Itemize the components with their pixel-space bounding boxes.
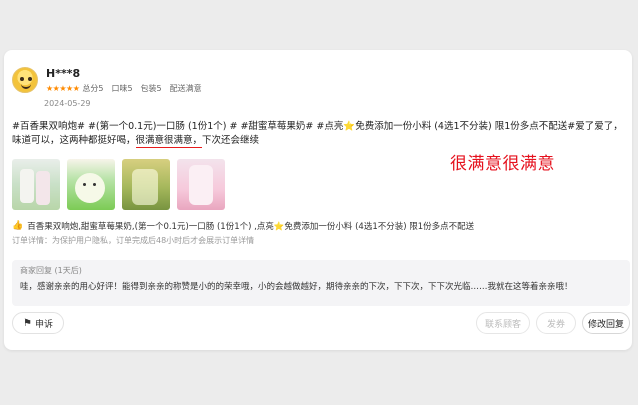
review-text-part1: #百香果双响炮# #(第一个0.1元)一口肠 (1份1个) # #甜蜜草莓果奶#… xyxy=(12,121,344,132)
send-coupon-button[interactable]: 发券 xyxy=(536,312,576,334)
score-total: 总分5 xyxy=(82,83,104,93)
reply-text: 哇，感谢亲亲的用心好评！能得到亲亲的称赞是小的的荣幸哦，小的会越做越好，期待亲亲… xyxy=(20,282,573,292)
score-taste: 口味5 xyxy=(111,83,133,93)
report-icon: ⚑ xyxy=(23,317,32,329)
review-photo-3[interactable] xyxy=(122,159,170,210)
review-header: H***8 ★★★★★ 总分5 口味5 包装5 配送满意 xyxy=(12,64,210,96)
merchant-reply: 商家回复 (1天后) 哇，感谢亲亲的用心好评！能得到亲亲的称赞是小的的荣幸哦，小… xyxy=(12,260,630,306)
username: H***8 xyxy=(46,66,81,80)
red-annotation: 很满意很满意 xyxy=(450,154,555,174)
review-text: #百香果双响炮# #(第一个0.1元)一口肠 (1份1个) # #甜蜜草莓果奶#… xyxy=(12,120,624,148)
report-label: 申诉 xyxy=(34,319,53,330)
thumbs-up-icon: 👍 xyxy=(12,221,24,231)
avatar xyxy=(12,67,38,93)
edit-reply-button[interactable]: 修改回复 xyxy=(582,312,630,334)
ordered-products: 👍 百香果双响炮,甜蜜草莓果奶,(第一个0.1元)一口肠 (1份1个) ,点亮⭐… xyxy=(12,220,624,232)
star-emoji-icon: ⭐ xyxy=(343,121,356,132)
review-highlight: 很满意很满意， xyxy=(135,135,203,146)
user-block: H***8 ★★★★★ 总分5 口味5 包装5 配送满意 xyxy=(46,67,210,94)
review-photo-4[interactable] xyxy=(177,159,225,210)
review-photo-2[interactable] xyxy=(67,159,115,210)
review-date: 2024-05-29 xyxy=(44,99,91,108)
review-text-part3: 下次还会继续 xyxy=(202,135,260,146)
products-text: 百香果双响炮,甜蜜草莓果奶,(第一个0.1元)一口肠 (1份1个) ,点亮⭐免费… xyxy=(27,222,475,232)
order-info: 订单详情：为保护用户隐私，订单完成后48小时后才会展示订单详情 xyxy=(12,236,255,245)
review-card: H***8 ★★★★★ 总分5 口味5 包装5 配送满意 2024-05-29 … xyxy=(4,50,632,350)
reply-title: 商家回复 (1天后) xyxy=(20,266,82,275)
action-bar: ⚑ 申诉 联系顾客 发券 修改回复 xyxy=(12,310,630,336)
review-photos xyxy=(12,159,225,210)
contact-customer-button[interactable]: 联系顾客 xyxy=(476,312,530,334)
report-button[interactable]: ⚑ 申诉 xyxy=(12,312,64,334)
score-delivery: 配送满意 xyxy=(169,83,202,93)
score-packaging: 包装5 xyxy=(140,83,162,93)
review-photo-1[interactable] xyxy=(12,159,60,210)
star-rating-icon: ★★★★★ xyxy=(46,83,80,93)
rating-row: ★★★★★ 总分5 口味5 包装5 配送满意 xyxy=(46,83,210,94)
